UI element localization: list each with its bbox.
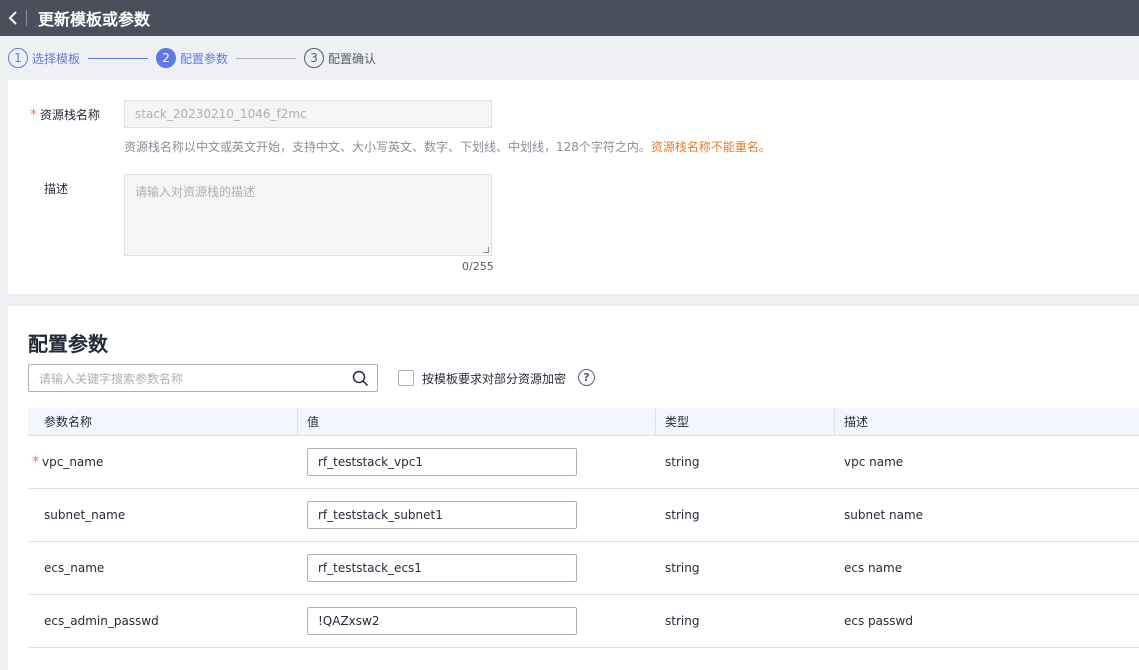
search-placeholder: 请输入关键字搜索参数名称 <box>39 371 184 386</box>
step-label: 配置参数 <box>180 51 229 66</box>
resize-handle-icon <box>483 247 489 253</box>
divider <box>26 10 27 26</box>
top-bar: 更新模板或参数 <box>0 0 1139 36</box>
param-name: ecs_name <box>44 561 105 575</box>
section-title: 配置参数 <box>28 332 108 356</box>
column-header: 描述 <box>834 407 1139 436</box>
column-header: 参数名称 <box>44 415 93 429</box>
stack-name-field: stack_20230210_1046_f2mc <box>124 100 492 128</box>
page-title: 更新模板或参数 <box>38 10 151 29</box>
param-value-cell: !QAZxsw2 <box>297 607 655 635</box>
param-name-cell: ecs_name <box>28 561 297 575</box>
stack-name-label-text: 资源栈名称 <box>40 108 101 122</box>
step-3: 3 配置确认 <box>304 48 376 68</box>
param-name-cell: * vpc_name <box>28 454 297 470</box>
step-number: 1 <box>8 48 28 68</box>
table-row: ecs_name rf_teststack_ecs1 string ecs na… <box>28 542 1139 595</box>
param-description: vpc name <box>844 455 904 469</box>
table-row: * vpc_name rf_teststack_vpc1 string vpc n… <box>28 436 1139 489</box>
param-value-input[interactable]: rf_teststack_subnet1 <box>307 501 577 529</box>
step-number: 2 <box>156 48 177 68</box>
step-connector <box>88 57 149 59</box>
param-value-input[interactable]: rf_teststack_vpc1 <box>307 448 577 476</box>
param-name-cell: subnet_name <box>28 508 297 522</box>
stack-name-label: * 资源栈名称 <box>30 106 100 123</box>
step-label: 选择模板 <box>32 51 81 66</box>
stack-name-help: 资源栈名称以中文或英文开始，支持中文、大小写英文、数字、下划线、中划线，128个… <box>124 138 771 155</box>
param-value-input[interactable]: rf_teststack_ecs1 <box>307 554 577 582</box>
param-value-cell: rf_teststack_vpc1 <box>297 448 655 476</box>
required-mark: * <box>32 454 39 470</box>
encrypt-checkbox[interactable] <box>398 370 414 386</box>
search-icon[interactable] <box>352 370 369 387</box>
step-label: 配置确认 <box>328 51 377 66</box>
param-value-cell: rf_teststack_ecs1 <box>297 554 655 582</box>
warning-text: 资源栈名称不能重名。 <box>650 140 771 154</box>
step-1: 1 选择模板 <box>8 48 80 68</box>
stack-info-panel: * 资源栈名称 stack_20230210_1046_f2mc 资源栈名称以中文… <box>8 80 1139 294</box>
column-header: 值 <box>297 407 655 436</box>
param-type: string <box>665 508 700 522</box>
help-text: 资源栈名称以中文或英文开始，支持中文、大小写英文、数字、下划线、中划线，128个… <box>124 140 651 154</box>
param-type: string <box>665 561 700 575</box>
step-indicator: 1 选择模板 2 配置参数 3 配置确认 <box>0 36 1139 80</box>
params-panel: 配置参数 请输入关键字搜索参数名称 按模板要求对部分资源加密 ? 参数名称 值 … <box>8 306 1139 670</box>
table-header: 参数名称 值 类型 描述 <box>28 407 1139 436</box>
description-placeholder: 请输入对资源栈的描述 <box>135 185 256 199</box>
param-description: subnet name <box>844 508 924 522</box>
param-value-cell: rf_teststack_subnet1 <box>297 501 655 529</box>
param-name: vpc_name <box>42 455 104 469</box>
param-description: ecs name <box>844 561 903 575</box>
chevron-left-icon <box>8 11 17 25</box>
step-2: 2 配置参数 <box>156 48 228 68</box>
back-button[interactable] <box>0 0 26 36</box>
column-header: 类型 <box>655 407 834 436</box>
encrypt-label: 按模板要求对部分资源加密 <box>422 372 567 386</box>
param-name: ecs_admin_passwd <box>44 614 159 628</box>
param-name: subnet_name <box>44 508 126 522</box>
param-value-input[interactable]: !QAZxsw2 <box>307 607 577 635</box>
param-type: string <box>665 614 700 628</box>
description-label: 描述 <box>44 182 69 196</box>
params-table: 参数名称 值 类型 描述 * vpc_name rf_teststack_vpc1… <box>28 407 1139 648</box>
help-icon[interactable]: ? <box>578 369 595 386</box>
param-name-cell: ecs_admin_passwd <box>28 614 297 628</box>
required-mark: * <box>30 107 37 123</box>
param-type: string <box>665 455 700 469</box>
table-row: ecs_admin_passwd !QAZxsw2 string ecs pas… <box>28 595 1139 648</box>
char-counter: 0/255 <box>462 260 494 273</box>
step-number: 3 <box>304 48 325 68</box>
param-search-input[interactable]: 请输入关键字搜索参数名称 <box>28 364 378 392</box>
param-description: ecs passwd <box>844 614 913 628</box>
step-connector <box>236 57 297 59</box>
table-row: subnet_name rf_teststack_subnet1 string … <box>28 489 1139 542</box>
description-field: 请输入对资源栈的描述 <box>124 174 492 256</box>
